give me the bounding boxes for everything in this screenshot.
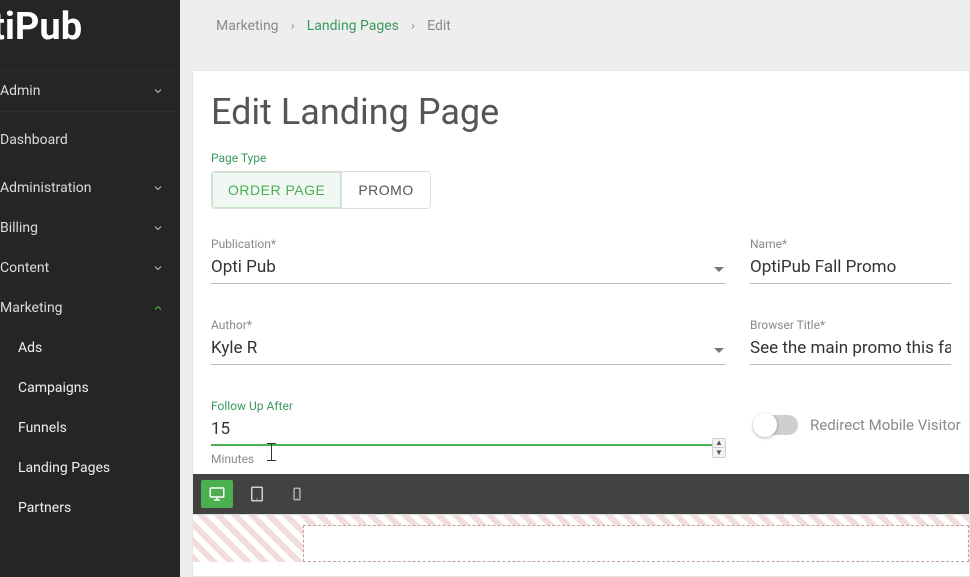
chevron-right-icon: ›: [291, 18, 295, 34]
crumb-landing-pages[interactable]: Landing Pages: [307, 18, 399, 34]
device-bar: [193, 474, 969, 514]
sidebar-content[interactable]: Content: [0, 248, 180, 288]
sidebar-administration-label: Administration: [0, 180, 91, 196]
page-preview[interactable]: [193, 514, 969, 562]
author-select[interactable]: [211, 334, 726, 365]
device-tablet-button[interactable]: [241, 480, 273, 508]
switch-knob: [753, 413, 777, 437]
redirect-mobile-field: Redirect Mobile Visitor: [754, 399, 961, 435]
number-spinner: ▲ ▼: [712, 438, 726, 458]
sidebar-item-label: Partners: [18, 500, 71, 516]
sidebar-item-partners[interactable]: Partners: [0, 488, 180, 528]
chevron-right-icon: ›: [411, 18, 415, 34]
page-type-label: Page Type: [211, 151, 951, 165]
page-title: Edit Landing Page: [211, 91, 951, 133]
sidebar-dashboard[interactable]: Dashboard: [0, 112, 180, 168]
name-field: Name*: [750, 237, 951, 284]
browser-title-input[interactable]: [750, 334, 951, 365]
sidebar-marketing[interactable]: Marketing: [0, 288, 180, 328]
chevron-down-icon: [152, 85, 164, 97]
followup-label: Follow Up After: [211, 399, 726, 413]
sidebar-billing[interactable]: Billing: [0, 208, 180, 248]
followup-input[interactable]: [211, 415, 726, 446]
chevron-down-icon: [152, 182, 164, 194]
toggle-order-page[interactable]: ORDER PAGE: [212, 172, 341, 208]
browser-title-field: Browser Title*: [750, 318, 951, 365]
sidebar: tiPub Admin Dashboard Administration Bil…: [0, 0, 180, 577]
main: Marketing › Landing Pages › Edit Edit La…: [180, 0, 970, 577]
sidebar-billing-label: Billing: [0, 220, 38, 236]
sidebar-item-label: Campaigns: [18, 380, 89, 396]
author-label: Author*: [211, 318, 726, 332]
publication-field: Publication*: [211, 237, 726, 284]
device-desktop-button[interactable]: [201, 480, 233, 508]
sidebar-item-campaigns[interactable]: Campaigns: [0, 368, 180, 408]
crumb-edit: Edit: [427, 18, 451, 34]
crumb-marketing[interactable]: Marketing: [216, 18, 279, 34]
device-mobile-button[interactable]: [281, 480, 313, 508]
name-input[interactable]: [750, 253, 951, 284]
chevron-up-icon: [152, 302, 164, 314]
chevron-down-icon: [152, 262, 164, 274]
redirect-mobile-switch[interactable]: [754, 415, 798, 435]
sidebar-item-label: Ads: [18, 340, 42, 356]
toggle-promo[interactable]: PROMO: [341, 172, 429, 208]
brand-logo: tiPub: [0, 0, 180, 70]
followup-field: Follow Up After ▲ ▼ Minutes: [211, 399, 726, 466]
spinner-down[interactable]: ▼: [713, 448, 725, 457]
sidebar-administration[interactable]: Administration: [0, 168, 180, 208]
sidebar-dashboard-label: Dashboard: [0, 132, 68, 148]
sidebar-item-label: Funnels: [18, 420, 67, 436]
sidebar-marketing-label: Marketing: [0, 300, 63, 316]
publication-select[interactable]: [211, 253, 726, 284]
sidebar-item-funnels[interactable]: Funnels: [0, 408, 180, 448]
sidebar-item-landing-pages[interactable]: Landing Pages: [0, 448, 180, 488]
sidebar-admin-label: Admin: [0, 83, 40, 99]
sidebar-item-ads[interactable]: Ads: [0, 328, 180, 368]
name-label: Name*: [750, 237, 951, 251]
panel: Edit Landing Page Page Type ORDER PAGE P…: [192, 70, 970, 577]
redirect-mobile-label: Redirect Mobile Visitor: [810, 416, 961, 434]
publication-label: Publication*: [211, 237, 726, 251]
spinner-up[interactable]: ▲: [713, 439, 725, 448]
sidebar-item-label: Landing Pages: [18, 460, 110, 476]
author-field: Author*: [211, 318, 726, 365]
sidebar-admin[interactable]: Admin: [0, 71, 180, 111]
breadcrumb: Marketing › Landing Pages › Edit: [180, 0, 970, 70]
chevron-down-icon: [152, 222, 164, 234]
sidebar-content-label: Content: [0, 260, 49, 276]
followup-helper: Minutes: [211, 452, 726, 466]
page-type-toggle: ORDER PAGE PROMO: [211, 171, 431, 209]
preview-inner: [303, 525, 969, 562]
browser-title-label: Browser Title*: [750, 318, 951, 332]
